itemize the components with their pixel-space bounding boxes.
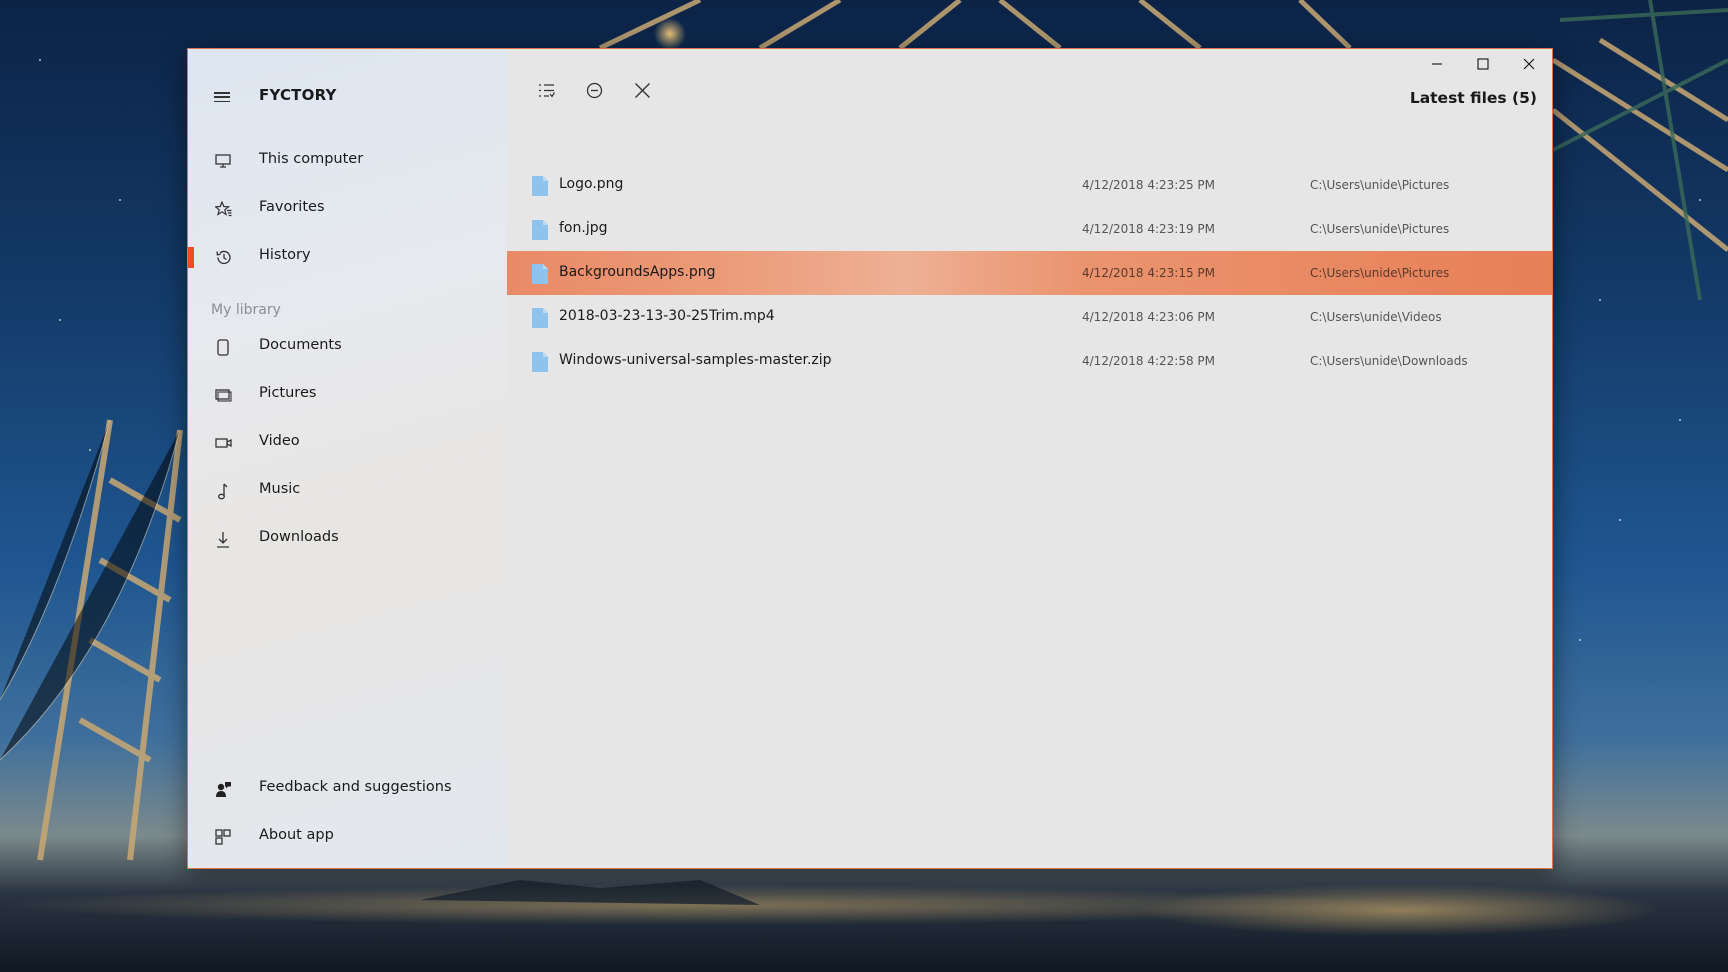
file-list: Logo.png 4/12/2018 4:23:25 PM C:\Users\u…: [507, 163, 1552, 383]
file-path: C:\Users\unide\Pictures: [1310, 266, 1450, 280]
app-title: FYCTORY: [259, 86, 337, 104]
file-icon: [532, 176, 548, 196]
list-view-button[interactable]: [533, 79, 559, 105]
remove-icon: [586, 82, 603, 103]
desktop-background: FYCTORY This computer Favorites History …: [0, 0, 1728, 972]
sidebar-item-this-computer[interactable]: This computer: [188, 139, 507, 183]
close-window-button[interactable]: [1506, 49, 1552, 79]
file-name: Windows-universal-samples-master.zip: [559, 352, 832, 368]
file-path: C:\Users\unide\Pictures: [1310, 178, 1450, 192]
maximize-button[interactable]: [1460, 49, 1506, 79]
document-icon: [214, 338, 232, 356]
file-date: 4/12/2018 4:23:25 PM: [1082, 178, 1216, 192]
sidebar: FYCTORY This computer Favorites History …: [188, 49, 507, 868]
sidebar-item-music[interactable]: Music: [188, 469, 507, 513]
sidebar-item-documents[interactable]: Documents: [188, 325, 507, 369]
minimize-icon: [1431, 55, 1443, 74]
sidebar-item-feedback[interactable]: Feedback and suggestions: [188, 767, 507, 811]
app-window: FYCTORY This computer Favorites History …: [187, 48, 1553, 869]
sidebar-item-video[interactable]: Video: [188, 421, 507, 465]
list-item[interactable]: fon.jpg 4/12/2018 4:23:19 PM C:\Users\un…: [507, 207, 1552, 251]
maximize-icon: [1477, 55, 1489, 74]
minimize-button[interactable]: [1414, 49, 1460, 79]
file-name: BackgroundsApps.png: [559, 264, 716, 280]
sidebar-item-label: Documents: [259, 337, 342, 353]
sidebar-item-label: About app: [259, 827, 334, 843]
file-name: 2018-03-23-13-30-25Trim.mp4: [559, 308, 775, 324]
sidebar-item-pictures[interactable]: Pictures: [188, 373, 507, 417]
sidebar-item-label: Video: [259, 433, 300, 449]
sidebar-item-label: Favorites: [259, 199, 325, 215]
sidebar-item-downloads[interactable]: Downloads: [188, 517, 507, 561]
favorites-icon: [214, 200, 232, 218]
about-icon: [214, 828, 232, 846]
active-indicator: [188, 247, 194, 268]
sidebar-item-about[interactable]: About app: [188, 815, 507, 859]
file-date: 4/12/2018 4:23:19 PM: [1082, 222, 1216, 236]
pictures-icon: [214, 386, 232, 404]
sidebar-item-label: Music: [259, 481, 301, 497]
sidebar-item-label: Pictures: [259, 385, 317, 401]
history-icon: [214, 248, 232, 266]
sidebar-item-history[interactable]: History: [188, 235, 507, 279]
file-icon: [532, 264, 548, 284]
file-path: C:\Users\unide\Downloads: [1310, 354, 1468, 368]
sidebar-item-label: This computer: [259, 151, 364, 167]
file-path: C:\Users\unide\Videos: [1310, 310, 1442, 324]
file-name: Logo.png: [559, 176, 624, 192]
video-icon: [214, 434, 232, 452]
file-icon: [532, 352, 548, 372]
sidebar-item-label: Downloads: [259, 529, 339, 545]
list-view-icon: [538, 83, 555, 102]
sidebar-item-label: Feedback and suggestions: [259, 779, 452, 795]
file-date: 4/12/2018 4:23:15 PM: [1082, 266, 1216, 280]
file-path: C:\Users\unide\Pictures: [1310, 222, 1450, 236]
feedback-icon: [214, 780, 232, 798]
file-date: 4/12/2018 4:23:06 PM: [1082, 310, 1216, 324]
main-panel: Latest files (5) Logo.png 4/12/2018 4:23…: [507, 49, 1552, 868]
sidebar-item-label: History: [259, 247, 311, 263]
list-item-selected[interactable]: BackgroundsApps.png 4/12/2018 4:23:15 PM…: [507, 251, 1552, 295]
file-name: fon.jpg: [559, 220, 608, 236]
page-title: Latest files (5): [1409, 89, 1537, 107]
file-icon: [532, 308, 548, 328]
computer-icon: [214, 152, 232, 170]
download-icon: [214, 530, 232, 548]
section-label-my-library: My library: [211, 302, 281, 318]
file-date: 4/12/2018 4:22:58 PM: [1082, 354, 1216, 368]
list-item[interactable]: Logo.png 4/12/2018 4:23:25 PM C:\Users\u…: [507, 163, 1552, 207]
close-icon: [1523, 55, 1535, 74]
sidebar-item-favorites[interactable]: Favorites: [188, 187, 507, 231]
remove-button[interactable]: [581, 79, 607, 105]
hamburger-menu-icon[interactable]: [214, 89, 230, 105]
music-icon: [214, 482, 232, 500]
list-item[interactable]: 2018-03-23-13-30-25Trim.mp4 4/12/2018 4:…: [507, 295, 1552, 339]
list-item[interactable]: Windows-universal-samples-master.zip 4/1…: [507, 339, 1552, 383]
file-icon: [532, 220, 548, 240]
clear-button[interactable]: [629, 79, 655, 105]
close-icon: [634, 82, 651, 103]
